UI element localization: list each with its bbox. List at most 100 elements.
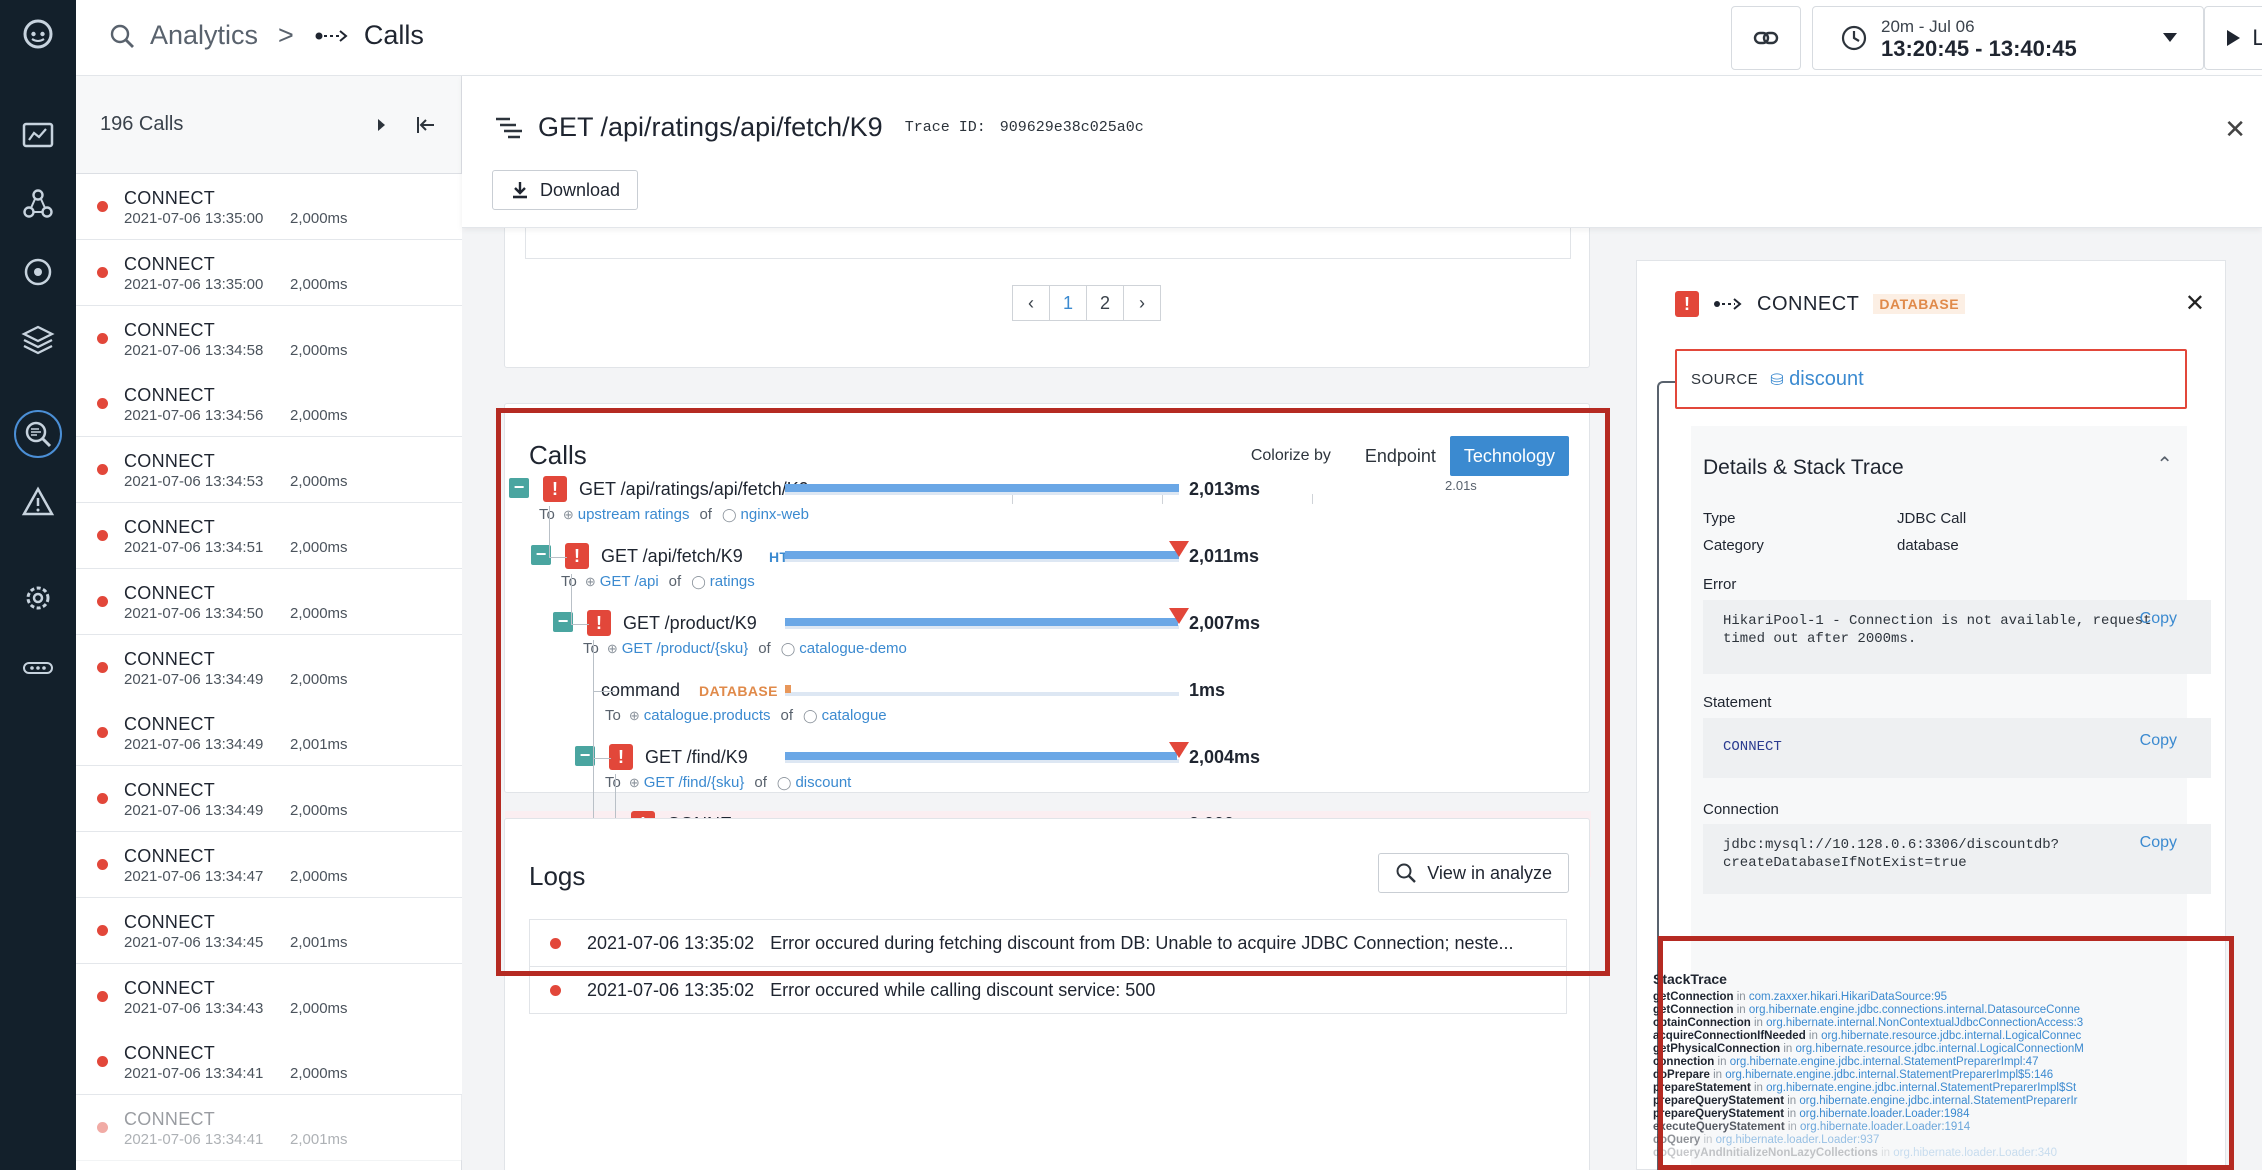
call-list-item[interactable]: CONNECT 2021-07-06 13:34:47 2,000ms: [76, 832, 462, 898]
copy-connection-button[interactable]: Copy: [2140, 834, 2177, 852]
log-message: Error occured while calling discount ser…: [770, 979, 1156, 1000]
call-list-item[interactable]: CONNECT 2021-07-06 13:34:45 2,001ms: [76, 897, 462, 964]
page-1-button[interactable]: 1: [1049, 285, 1087, 321]
logo-icon[interactable]: [14, 10, 62, 58]
call-target: To ⊕ GET /product/{sku} of ◯ catalogue-demo: [583, 640, 907, 657]
stack-class[interactable]: org.hibernate.resource.jdbc.internal.Log…: [1796, 1043, 2084, 1055]
details-section-title[interactable]: Details & Stack Trace: [1703, 456, 1904, 480]
next-page-button[interactable]: ›: [1123, 285, 1161, 321]
source-value-text: discount: [1789, 367, 1864, 390]
call-list-item[interactable]: CONNECT 2021-07-06 13:34:43 2,000ms: [76, 963, 462, 1030]
colorize-label: Colorize by: [1250, 447, 1331, 464]
call-tree-row[interactable]: −!GET /api/ratings/api/fetch/K9HTTP2,013…: [505, 476, 1591, 542]
call-tree-row[interactable]: −!GET /product/K9HTTP2,007msTo⊕GET /prod…: [505, 608, 1591, 676]
stack-class[interactable]: org.hibernate.loader.Loader:340: [1893, 1147, 2057, 1159]
breadcrumb-analytics[interactable]: Analytics: [150, 20, 258, 51]
call-list-item[interactable]: CONNECT 2021-07-06 13:34:50 2,000ms: [76, 568, 462, 635]
endpoint-link[interactable]: upstream ratings: [578, 506, 690, 523]
page-2-button[interactable]: 2: [1086, 285, 1124, 321]
service-link[interactable]: catalogue-demo: [799, 640, 907, 657]
dashboard-icon[interactable]: [14, 112, 62, 160]
more-icon[interactable]: [14, 644, 62, 692]
time-range-picker[interactable]: 20m - Jul 06 13:20:45 - 13:40:45: [1812, 6, 2204, 70]
collapse-toggle-icon[interactable]: −: [531, 545, 551, 565]
settings-icon[interactable]: [14, 574, 62, 622]
call-list-item[interactable]: CONNECT 2021-07-06 13:34:49 2,001ms: [76, 700, 462, 767]
download-button[interactable]: Download: [492, 170, 638, 210]
error-label: Error: [1703, 576, 1737, 593]
call-tree-row[interactable]: −!GET /find/K9HTTP2,004msTo⊕GET /find/{s…: [505, 742, 1591, 810]
call-tree-row[interactable]: −!GET /api/fetch/K9HTTP2,011msTo⊕GET /ap…: [505, 541, 1591, 609]
stack-class[interactable]: org.hibernate.internal.NonContextualJdbc…: [1766, 1017, 2083, 1029]
colorize-technology-button[interactable]: Technology: [1449, 436, 1569, 476]
layers-icon[interactable]: [14, 316, 62, 364]
log-row[interactable]: 2021-07-06 13:35:02 Error occured during…: [529, 919, 1567, 967]
chevron-up-icon[interactable]: ⌃: [2156, 452, 2173, 477]
stack-class[interactable]: org.hibernate.loader.Loader:1984: [1799, 1108, 1969, 1120]
expand-arrow-icon[interactable]: [378, 118, 385, 131]
collapse-panel-icon[interactable]: [415, 114, 437, 136]
call-list-item[interactable]: CONNECT 2021-07-06 13:35:00 2,000ms: [76, 239, 462, 306]
endpoint-link[interactable]: GET /product/{sku}: [622, 640, 748, 657]
stack-class[interactable]: org.hibernate.resource.jdbc.internal.Log…: [1821, 1030, 2081, 1042]
collapse-toggle-icon[interactable]: −: [509, 478, 529, 498]
prev-page-button[interactable]: ‹: [1012, 285, 1050, 321]
service-link[interactable]: catalogue: [822, 707, 887, 724]
call-list-item[interactable]: CONNECT 2021-07-06 13:34:49 2,000ms: [76, 766, 462, 833]
close-trace-icon[interactable]: ✕: [2224, 114, 2246, 145]
service-link[interactable]: discount: [795, 774, 851, 791]
call-name: CONNECT: [124, 517, 216, 537]
topology-icon[interactable]: [14, 180, 62, 228]
collapse-toggle-icon[interactable]: −: [553, 612, 573, 632]
service-icon: ◯: [776, 775, 792, 790]
stack-class[interactable]: org.hibernate.engine.jdbc.internal.State…: [1766, 1082, 2076, 1094]
call-tree-row[interactable]: command DATABASE 1ms To ⊕ catalogue.products o…: [505, 677, 1591, 743]
call-time: 2021-07-06 13:34:49: [124, 802, 264, 820]
stacktrace-label: StackTrace: [1653, 971, 1727, 987]
detail-tech-badge: DATABASE: [1873, 294, 1966, 314]
call-duration: 2,001ms: [290, 1131, 348, 1149]
stack-class[interactable]: org.hibernate.loader.Loader:937: [1716, 1134, 1880, 1146]
stack-in-label: in: [1787, 1108, 1797, 1120]
log-row[interactable]: 2021-07-06 13:35:02 Error occured while …: [529, 966, 1567, 1014]
call-list-item[interactable]: CONNECT 2021-07-06 13:35:00 2,000ms: [76, 174, 462, 240]
call-list-item[interactable]: CONNECT 2021-07-06 13:34:49 2,000ms: [76, 634, 462, 701]
services-icon[interactable]: [14, 248, 62, 296]
call-list-item[interactable]: CONNECT 2021-07-06 13:34:53 2,000ms: [76, 437, 462, 504]
call-list-item[interactable]: CONNECT 2021-07-06 13:34:41 2,001ms: [76, 1095, 462, 1162]
tree-connector-line: [549, 557, 567, 558]
stack-class[interactable]: org.hibernate.engine.jdbc.internal.State…: [1730, 1056, 2039, 1068]
live-button[interactable]: Live: [2204, 6, 2262, 70]
analytics-icon[interactable]: [14, 410, 62, 458]
stack-class[interactable]: org.hibernate.engine.jdbc.connections.in…: [1749, 1004, 2080, 1016]
call-name: CONNECT: [124, 319, 216, 340]
copy-link-button[interactable]: [1731, 6, 1801, 70]
endpoint-link[interactable]: GET /api: [600, 573, 659, 590]
stack-class[interactable]: com.zaxxer.hikari.HikariDataSource:95: [1749, 991, 1947, 1003]
stack-class[interactable]: org.hibernate.engine.jdbc.internal.State…: [1799, 1095, 2077, 1107]
call-duration: 2,000ms: [290, 670, 348, 688]
endpoint-link[interactable]: catalogue.products: [644, 707, 771, 724]
service-link[interactable]: ratings: [710, 573, 755, 590]
call-duration: 2,000ms: [290, 275, 348, 293]
call-list-item[interactable]: CONNECT 2021-07-06 13:34:56 2,000ms: [76, 371, 462, 438]
calls-list-panel: 196 Calls CONNECT 2021-07-06 13:35:00 2,00…: [76, 76, 462, 1170]
close-detail-icon[interactable]: ✕: [2185, 289, 2205, 318]
download-icon: [512, 182, 527, 199]
alerts-icon[interactable]: [14, 478, 62, 526]
call-list-item[interactable]: CONNECT 2021-07-06 13:34:51 2,000ms: [76, 503, 462, 569]
call-list-item[interactable]: CONNECT 2021-07-06 13:34:58 2,000ms: [76, 305, 462, 372]
colorize-endpoint-button[interactable]: Endpoint: [1351, 436, 1450, 476]
copy-statement-button[interactable]: Copy: [2140, 732, 2177, 750]
service-link[interactable]: nginx-web: [741, 506, 809, 523]
live-label: Live: [2252, 25, 2262, 50]
stack-class[interactable]: org.hibernate.engine.jdbc.internal.State…: [1725, 1069, 2053, 1081]
call-list-item[interactable]: CONNECT 2021-07-06 13:34:41 2,000ms: [76, 1029, 462, 1096]
copy-error-button[interactable]: Copy: [2140, 610, 2177, 628]
collapse-toggle-icon[interactable]: −: [575, 746, 595, 766]
stack-class[interactable]: org.hibernate.loader.Loader:1914: [1800, 1121, 1970, 1133]
view-in-analyze-button[interactable]: View in analyze: [1378, 853, 1569, 893]
source-value[interactable]: ⛁ discount: [1770, 368, 1863, 391]
stack-method: connection: [1653, 1056, 1715, 1068]
endpoint-link[interactable]: GET /find/{sku}: [644, 774, 745, 791]
